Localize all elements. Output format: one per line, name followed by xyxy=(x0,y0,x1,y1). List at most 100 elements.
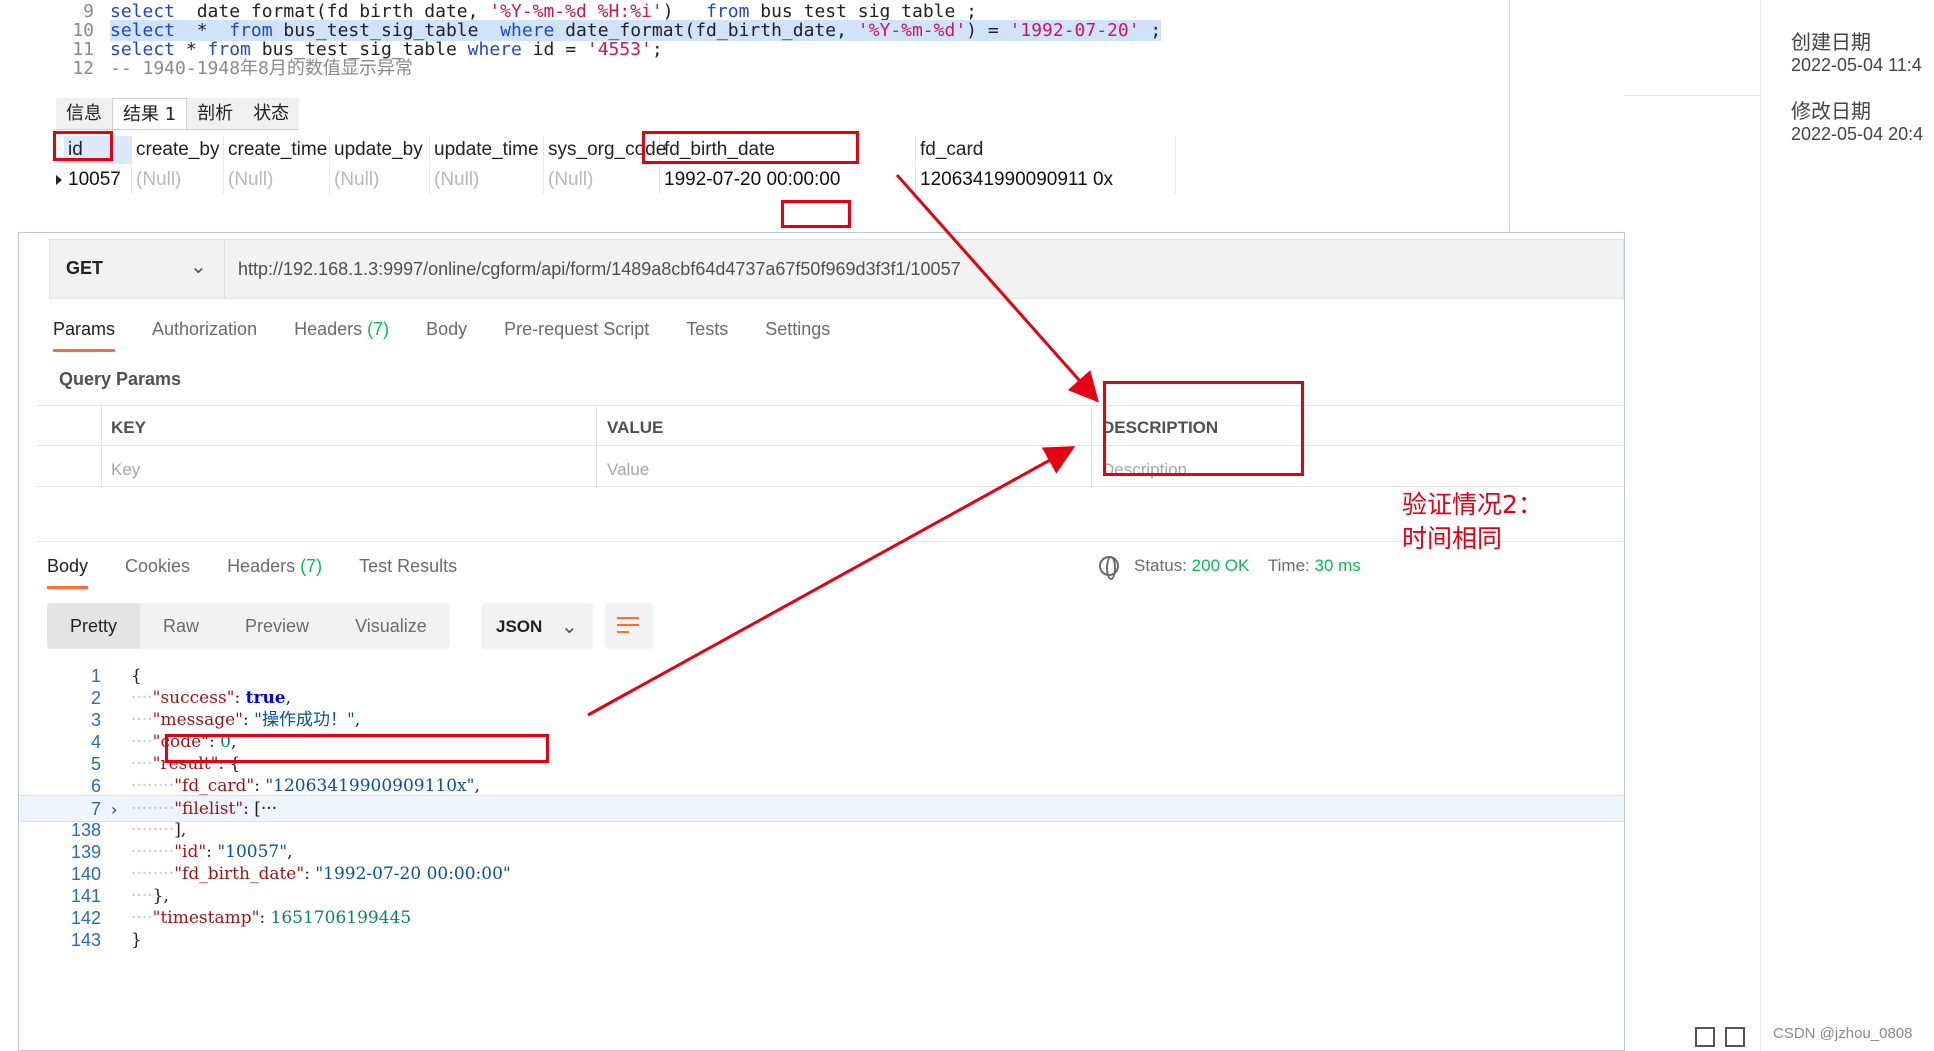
code-token: where xyxy=(467,39,522,60)
grid-column-header[interactable]: create_by xyxy=(132,136,224,164)
key-input[interactable]: Key xyxy=(111,460,140,480)
code-token: : xyxy=(242,710,255,730)
method-label: GET xyxy=(66,258,104,278)
result-tab[interactable]: 信息 xyxy=(56,98,112,129)
status-value[interactable]: 200 OK xyxy=(1192,556,1250,575)
code-token: "timestamp" xyxy=(152,908,260,928)
db-query-window: 9 select date_format(fd_birth_date, '%Y-%… xyxy=(0,0,1510,235)
code-token: "fd_card" xyxy=(174,776,255,796)
tab-body[interactable]: Body xyxy=(426,319,467,340)
code-token: "10057" xyxy=(217,842,288,862)
response-tab-headers[interactable]: Headers (7) xyxy=(227,556,322,577)
view-mode-pretty[interactable]: Pretty xyxy=(47,603,141,649)
tab-params[interactable]: Params xyxy=(53,319,116,352)
value-header: VALUE xyxy=(607,418,664,437)
tab-authorization[interactable]: Authorization xyxy=(152,319,257,340)
tab-label: Test Results xyxy=(359,556,458,576)
code-token: 1651706199445 xyxy=(270,908,412,928)
result-tab[interactable]: 状态 xyxy=(243,98,299,129)
grid-cell[interactable]: (Null) xyxy=(544,166,660,194)
modified-label: 修改日期 xyxy=(1791,99,1871,123)
url-input[interactable]: http://192.168.1.3:9997/online/cgform/ap… xyxy=(238,259,961,280)
form-view-icon[interactable] xyxy=(1725,1027,1745,1047)
code-token: "success" xyxy=(152,688,235,708)
code-token: , xyxy=(474,776,480,796)
code-token: "fd_birth_date" xyxy=(174,864,305,884)
created-label: 创建日期 xyxy=(1791,30,1871,54)
code-token: "操作成功！" xyxy=(254,710,355,730)
method-select[interactable]: GET ⌄ xyxy=(50,240,225,298)
code-line[interactable]: 143} xyxy=(19,927,1624,954)
wrap-icon xyxy=(617,624,639,626)
tab-tests[interactable]: Tests xyxy=(686,319,728,340)
sql-line[interactable]: 12 -- 1940-1948年8月的数值显示异常 xyxy=(0,57,413,80)
postman-window: GET ⌄ http://192.168.1.3:9997/online/cgf… xyxy=(18,232,1625,1051)
code-token: ; xyxy=(651,39,663,60)
tab-headers[interactable]: Headers (7) xyxy=(294,319,389,340)
code-token: "1992-07-20 00:00:00" xyxy=(315,864,511,884)
sql-code: -- 1940-1948年8月的数值显示异常 xyxy=(110,58,413,79)
url-id: 10057 xyxy=(910,259,961,279)
view-mode-preview[interactable]: Preview xyxy=(222,603,332,649)
response-tab-body[interactable]: Body xyxy=(47,556,89,589)
divider xyxy=(37,541,1625,542)
grid-column-header[interactable]: create_time xyxy=(224,136,330,164)
grid-column-header[interactable]: update_time xyxy=(430,136,544,164)
code-token: ) = xyxy=(966,20,1010,41)
modified-value: 2022-05-04 20:4 xyxy=(1791,124,1924,144)
grid-cell[interactable]: (Null) xyxy=(224,166,330,194)
params-header-row xyxy=(37,406,1625,446)
grid-view-icon[interactable] xyxy=(1695,1027,1715,1047)
view-mode-raw[interactable]: Raw xyxy=(140,603,222,649)
code-token: , xyxy=(354,710,361,730)
indent-guide: ···· xyxy=(131,754,153,774)
indent-guide: ···· xyxy=(131,908,153,928)
code-token: '4553' xyxy=(586,39,652,60)
tab-pre-request-script[interactable]: Pre-request Script xyxy=(504,319,649,340)
url-bar: GET ⌄ http://192.168.1.3:9997/online/cgf… xyxy=(49,239,1624,299)
result-tab[interactable]: 结果 1 xyxy=(112,98,188,129)
code-token: '%Y-%m-%d' xyxy=(857,20,967,41)
params-table: KEY VALUE DESCRIPTION Key Value Descript… xyxy=(37,405,1625,488)
format-select[interactable]: JSON ⌄ xyxy=(481,603,593,649)
code-token: ; xyxy=(1139,20,1162,41)
tab-label: Authorization xyxy=(152,319,258,339)
response-tab-test-results[interactable]: Test Results xyxy=(359,556,457,577)
response-body[interactable]: 1{2 ····"success": true, 3 ····"message": "… xyxy=(19,663,1624,1043)
grid-cell[interactable]: (Null) xyxy=(330,166,430,194)
highlight-box-response-birth-date xyxy=(165,734,549,763)
response-tab-cookies[interactable]: Cookies xyxy=(125,556,190,577)
view-mode-visualize[interactable]: Visualize xyxy=(332,603,450,649)
code-token: id = xyxy=(521,39,587,60)
annotation-text: 验证情况2： 时间相同 xyxy=(1402,490,1543,553)
indent-guide: ···· xyxy=(131,688,153,708)
grid-cell[interactable]: (Null) xyxy=(132,166,224,194)
code-token: }, xyxy=(152,886,169,906)
grid-cell[interactable]: 1992-07-20 00:00:00 xyxy=(660,166,916,194)
column-divider xyxy=(1091,406,1092,488)
line-number: 143 xyxy=(70,930,101,950)
format-label: JSON xyxy=(496,617,543,636)
code-token: : xyxy=(254,776,266,796)
tab-settings[interactable]: Settings xyxy=(765,319,830,340)
time-value[interactable]: 30 ms xyxy=(1315,556,1361,575)
grid-column-header[interactable]: fd_card xyxy=(916,136,1176,164)
code-token: : [··· xyxy=(243,799,278,819)
indent-guide: ········ xyxy=(131,776,175,796)
grid-column-header[interactable]: update_by xyxy=(330,136,430,164)
tab-count: (7) xyxy=(362,319,390,339)
grid-cell[interactable]: 1206341990090911 0x xyxy=(916,166,1176,194)
time-label: Time: xyxy=(1267,556,1310,575)
grid-cell[interactable]: 10057 xyxy=(64,166,132,194)
tab-label: Headers xyxy=(227,556,296,576)
result-tab[interactable]: 剖析 xyxy=(187,98,243,129)
wrap-icon xyxy=(617,617,639,619)
value-input[interactable]: Value xyxy=(607,460,649,480)
wrap-lines-button[interactable] xyxy=(605,603,653,649)
grid-cell[interactable]: (Null) xyxy=(430,166,544,194)
tab-label: Headers xyxy=(294,319,363,339)
highlight-box-status xyxy=(1103,381,1304,476)
code-token: : xyxy=(234,688,246,708)
code-token: ], xyxy=(174,820,187,840)
globe-icon[interactable] xyxy=(1099,556,1119,580)
